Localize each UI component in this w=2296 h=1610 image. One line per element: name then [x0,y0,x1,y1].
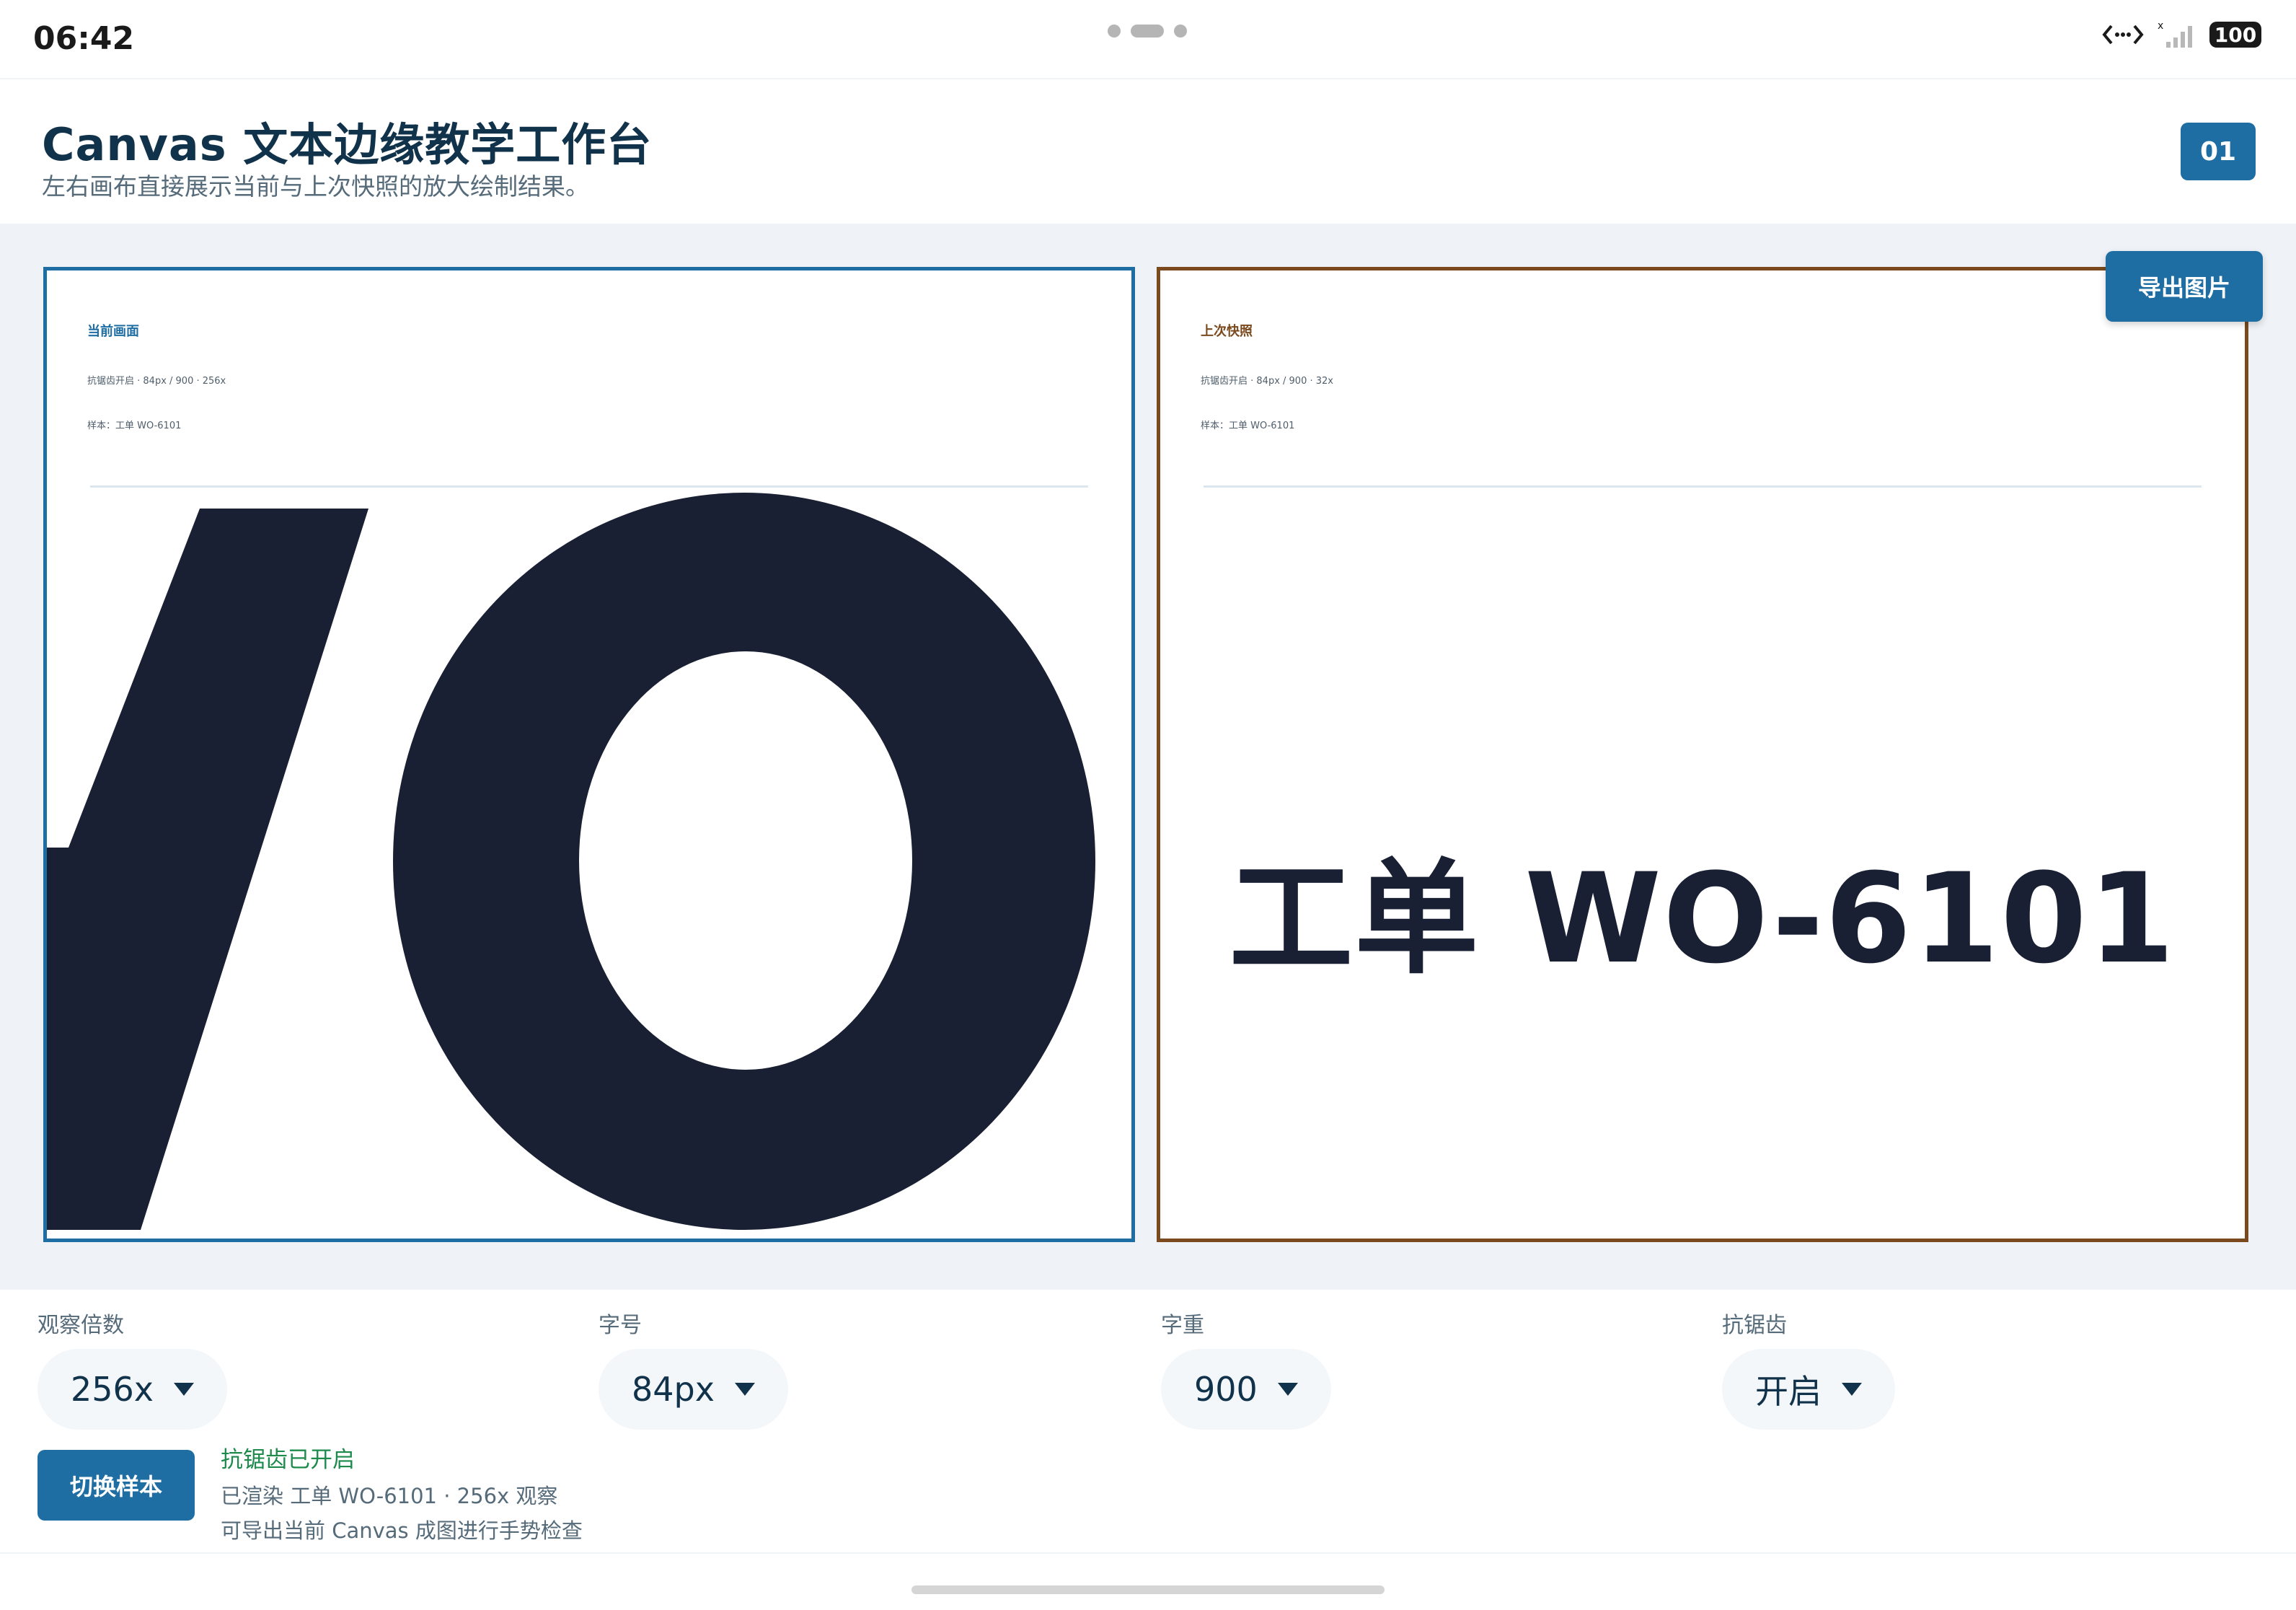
snapshot-sample: 样本：工单 WO-6101 [1201,421,1295,431]
battery-icon: 100 [2209,22,2261,48]
font-size-control: 字号 84px [599,1307,788,1430]
svg-text:x: x [2158,20,2163,32]
zoom-label: 观察倍数 [37,1313,124,1338]
current-canvas[interactable]: 当前画面 抗锯齿开启 · 84px / 900 · 256x 样本：工单 WO-… [43,267,1135,1242]
snapshot-divider [1204,485,2202,488]
handle-pill [1131,25,1164,38]
home-indicator[interactable] [911,1585,1385,1594]
status-icons: x 100 [2101,20,2261,49]
font-weight-control: 字重 900 [1161,1307,1331,1430]
handle-dot [1108,25,1121,38]
snapshot-meta: 抗锯齿开启 · 84px / 900 · 32x [1201,376,1333,387]
dev-proxy-icon [2102,25,2144,45]
step-badge: 01 [2181,123,2256,180]
handle-dot [1174,25,1187,38]
caret-down-icon [1842,1383,1862,1396]
antialias-control: 抗锯齿 开启 [1722,1307,1895,1430]
controls-panel: 观察倍数 256x 字号 84px 字重 900 抗锯齿 开启 切换样本 抗锯齿… [0,1290,2296,1557]
caret-down-icon [734,1383,755,1396]
status-bar: 06:42 x 100 [0,0,2296,78]
font-weight-select[interactable]: 900 [1161,1349,1331,1430]
page-title: Canvas 文本边缘教学工作台 [42,118,653,171]
antialias-status: 抗锯齿已开启 [221,1447,355,1473]
snapshot-title: 上次快照 [1201,324,1253,339]
render-status: 抗锯齿已开启 已渲染 工单 WO-6101 · 256x 观察 可导出当前 Ca… [221,1441,583,1549]
zoom-control: 观察倍数 256x [37,1307,228,1430]
app-root: 06:42 x 100 Canvas 文本边缘教学工作台 左右画布直接展示当前与… [0,0,2296,1610]
zoom-select[interactable]: 256x [37,1349,228,1430]
multitask-handle[interactable] [1108,25,1187,38]
switch-sample-button[interactable]: 切换样本 [37,1450,195,1521]
font-weight-label: 字重 [1161,1313,1204,1338]
page-header: Canvas 文本边缘教学工作台 左右画布直接展示当前与上次快照的放大绘制结果。… [0,78,2296,224]
bottom-divider [0,1552,2296,1554]
antialias-value: 开启 [1755,1372,1822,1411]
snapshot-rendered-text: 工单 WO-6101 [1229,846,2176,991]
zoom-value: 256x [71,1370,154,1409]
export-image-button[interactable]: 导出图片 [2106,251,2263,322]
export-hint: 可导出当前 Canvas 成图进行手势检查 [221,1518,583,1543]
font-size-select[interactable]: 84px [599,1349,788,1430]
page-subtitle: 左右画布直接展示当前与上次快照的放大绘制结果。 [42,172,589,201]
zoomed-glyph-o-counter [579,651,912,1070]
canvas-area: 当前画面 抗锯齿开启 · 84px / 900 · 256x 样本：工单 WO-… [0,224,2296,1290]
previous-snapshot-canvas[interactable]: 上次快照 抗锯齿开启 · 84px / 900 · 32x 样本：工单 WO-6… [1157,267,2248,1242]
signal-icon: x [2158,20,2192,48]
status-time: 06:42 [33,20,135,57]
render-info: 已渲染 工单 WO-6101 · 256x 观察 [221,1484,558,1508]
caret-down-icon [1277,1383,1298,1396]
antialias-select[interactable]: 开启 [1722,1349,1895,1430]
font-size-value: 84px [632,1370,715,1409]
antialias-label: 抗锯齿 [1722,1313,1787,1338]
font-weight-value: 900 [1194,1370,1258,1409]
caret-down-icon [174,1383,195,1396]
font-size-label: 字号 [599,1313,642,1338]
